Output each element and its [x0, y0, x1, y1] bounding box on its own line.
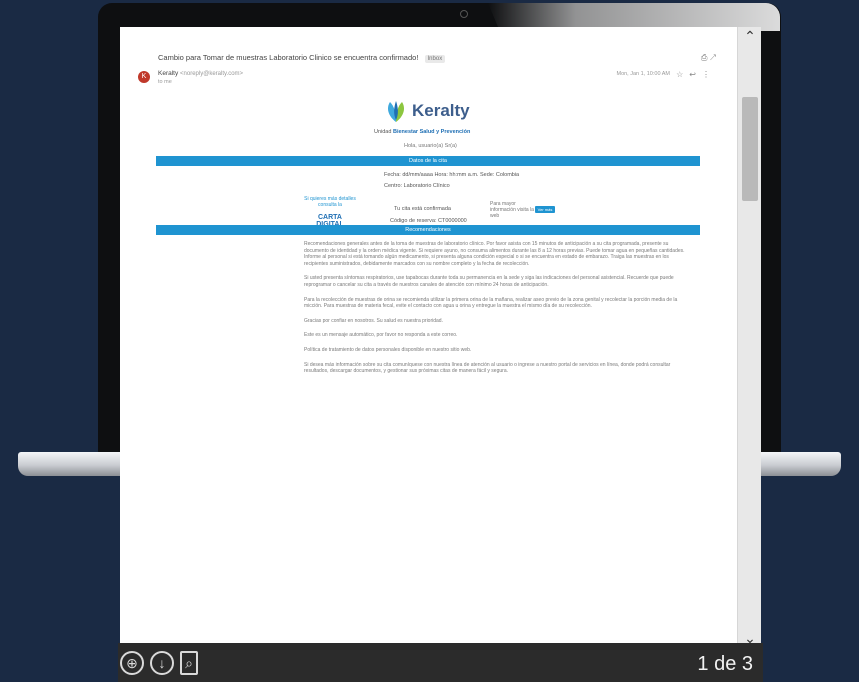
digital-card-caption: Si quieres más detalles consulta la [304, 196, 356, 208]
appointment-center: Centro: Laboratorio Clínico [384, 183, 450, 189]
email-subject: Cambio para Tomar de muestras Laboratori… [158, 53, 588, 63]
sender-email: <noreply@keralty.com> [180, 71, 244, 77]
pdf-viewer: Cambio para Tomar de muestras Laboratori… [120, 27, 761, 682]
recipient: to me [158, 79, 172, 85]
scroll-up-icon[interactable]: ⌃ [738, 27, 762, 45]
confirmation-text: Tu cita está confirmada [394, 206, 451, 212]
more-info-text: Para mayor información visita la web [490, 201, 534, 219]
paragraph: Para la recolección de muestras de orina… [304, 296, 678, 310]
vertical-scrollbar[interactable]: ⌃ ⌄ [737, 27, 761, 647]
reservation-code: Código de reserva: CT0000000 [390, 218, 467, 224]
email-date: Mon, Jan 1, 10:00 AM [616, 71, 670, 77]
paragraph: Si usted presenta síntomas respiratorios… [304, 275, 674, 288]
sender-avatar: K [138, 71, 150, 83]
brand-tagline: Unidad Bienestar Salud y Prevención [374, 129, 470, 135]
download-icon[interactable]: ↓ [150, 651, 174, 675]
document-search-icon[interactable]: ⌕ [180, 651, 198, 675]
paragraph: Este es un mensaje automático, por favor… [304, 332, 458, 339]
sender: Keralty <noreply@keralty.com> [158, 70, 243, 77]
more-info-button[interactable]: Ver más [535, 206, 555, 213]
paragraph: Gracias por confiar en nosotros. Su salu… [304, 317, 443, 324]
keralty-logo-mark [388, 101, 404, 122]
paragraph: Recomendaciones generales antes de la to… [304, 241, 685, 267]
email-subject-text: Cambio para Tomar de muestras Laboratori… [158, 53, 419, 62]
pdf-page: Cambio para Tomar de muestras Laboratori… [134, 39, 730, 647]
appointment-info: Fecha: dd/mm/aaaa Hora: hh:mm a.m. Sede:… [384, 172, 520, 178]
viewer-toolbar: ⊕ ↓ ⌕ 1 de 3 [118, 643, 763, 682]
tagline-prefix: Unidad [374, 129, 392, 135]
paragraph: Si desea más información sobre su cita c… [304, 361, 671, 375]
scroll-thumb[interactable] [742, 97, 758, 201]
print-icon: ⎙ ↗ [700, 53, 716, 62]
tagline-bold: Bienestar Salud y Prevención [392, 129, 471, 135]
appointment-band: Datos de la cita [156, 156, 700, 166]
webcam [460, 10, 468, 18]
recommendations-band: Recomendaciones [156, 225, 700, 235]
brand-name: Keralty [412, 101, 470, 120]
sender-name: Keralty [158, 70, 179, 77]
reply-icon: ☆↩⋮ [676, 70, 716, 79]
digital-card-link[interactable]: Si quieres más detalles consulta la CART… [304, 196, 356, 228]
inbox-badge: Inbox [424, 55, 446, 63]
keralty-logo: Keralty [384, 97, 470, 125]
greeting-line: Hola, usuario(a) Sr(a) [404, 143, 457, 149]
zoom-icon[interactable]: ⊕ [120, 651, 144, 675]
paragraph: Política de tratamiento de datos persona… [304, 346, 472, 353]
page-counter: 1 de 3 [697, 653, 753, 675]
recommendations-body: Recomendaciones generales antes de la to… [304, 241, 694, 383]
